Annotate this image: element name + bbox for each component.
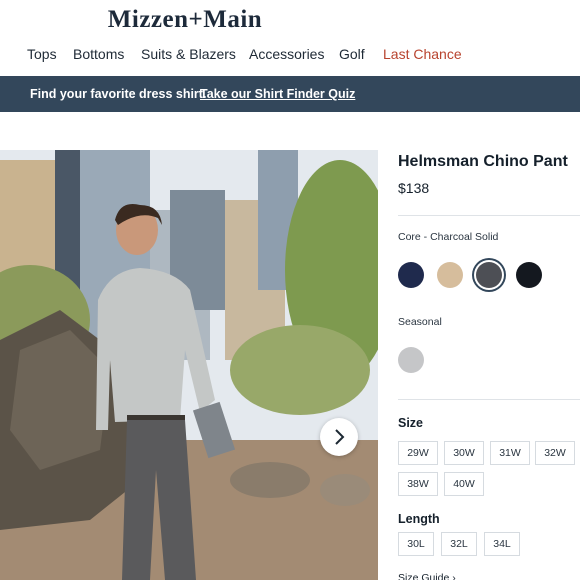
size-option[interactable]: 30W xyxy=(444,441,484,465)
size-option[interactable]: 32W xyxy=(535,441,575,465)
nav-item-suits-blazers[interactable]: Suits & Blazers xyxy=(141,46,236,62)
nav-item-tops[interactable]: Tops xyxy=(27,46,57,62)
size-option[interactable]: 29W xyxy=(398,441,438,465)
length-label: Length xyxy=(398,512,440,526)
core-color-label: Core - Charcoal Solid xyxy=(398,231,499,243)
size-label: Size xyxy=(398,416,424,430)
size-option[interactable]: 40W xyxy=(444,472,484,496)
chevron-right-icon: › xyxy=(452,572,456,580)
color-swatch-navy[interactable] xyxy=(398,262,424,288)
product-title: Helmsman Chino Pant xyxy=(398,153,568,170)
shirt-finder-quiz-link[interactable]: Take our Shirt Finder Quiz xyxy=(200,87,355,101)
color-swatch-charcoal[interactable] xyxy=(476,262,502,288)
product-photo-illustration xyxy=(0,150,378,580)
color-swatch-black[interactable] xyxy=(516,262,542,288)
brand-logo[interactable]: Mizzen+Main xyxy=(0,6,370,34)
divider xyxy=(398,399,580,400)
length-option[interactable]: 30L xyxy=(398,532,434,556)
size-guide-label: Size Guide xyxy=(398,572,450,580)
color-swatch-khaki[interactable] xyxy=(437,262,463,288)
next-image-button[interactable] xyxy=(320,418,358,456)
length-option[interactable]: 34L xyxy=(484,532,520,556)
size-option[interactable]: 38W xyxy=(398,472,438,496)
product-price: $138 xyxy=(398,180,430,196)
nav-item-last-chance[interactable]: Last Chance xyxy=(383,46,462,62)
divider xyxy=(398,215,580,216)
length-option[interactable]: 32L xyxy=(441,532,477,556)
product-image[interactable] xyxy=(0,150,378,580)
nav-item-bottoms[interactable]: Bottoms xyxy=(73,46,124,62)
promo-banner: Find your favorite dress shirt. Take our… xyxy=(0,76,580,112)
chevron-right-icon xyxy=(335,429,345,445)
nav-item-golf[interactable]: Golf xyxy=(339,46,365,62)
color-swatch-light-grey[interactable] xyxy=(398,347,424,373)
size-option[interactable]: 31W xyxy=(490,441,530,465)
seasonal-color-label: Seasonal xyxy=(398,316,442,328)
size-guide-link[interactable]: Size Guide › xyxy=(398,572,456,580)
banner-text: Find your favorite dress shirt. xyxy=(30,87,207,101)
nav-item-accessories[interactable]: Accessories xyxy=(249,46,324,62)
